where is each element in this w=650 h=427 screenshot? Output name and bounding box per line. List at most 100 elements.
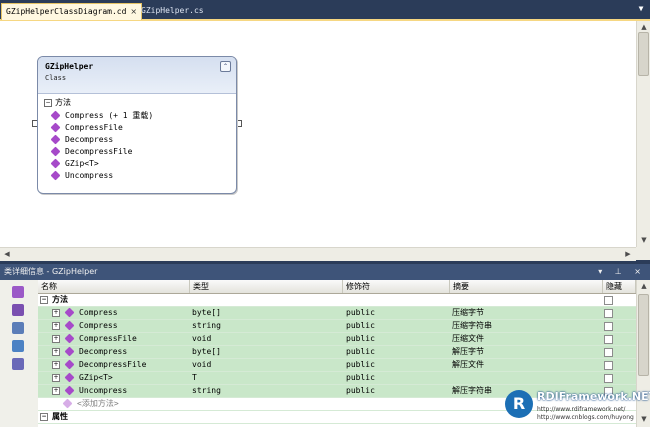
hide-checkbox[interactable] — [604, 296, 613, 305]
designer-vertical-scroll-thumb[interactable] — [638, 32, 649, 76]
group-label: 属性 — [52, 412, 68, 421]
column-name-header[interactable]: 名称 — [38, 280, 190, 293]
grid-header: 名称 类型 修饰符 摘要 隐藏 — [38, 280, 636, 294]
shape-member[interactable]: Uncompress — [50, 170, 113, 182]
member-row[interactable]: + DecompressFile void public 解压文件 — [38, 359, 636, 372]
member-row[interactable]: + CompressFile void public 压缩文件 — [38, 333, 636, 346]
member-type[interactable]: void — [192, 359, 211, 371]
member-modifier[interactable]: public — [346, 359, 375, 371]
methods-section-header[interactable]: − 方法 — [44, 97, 71, 108]
scroll-right-icon[interactable]: ▶ — [623, 249, 633, 259]
tab-class-diagram-label: GZipHelperClassDiagram.cd — [6, 7, 127, 16]
class-shape-gziphelper[interactable]: GZipHelper Class ⌃ − 方法 Compress (+ 1 重载)… — [37, 56, 237, 194]
member-name[interactable]: Compress — [79, 321, 118, 330]
member-modifier[interactable]: public — [346, 385, 375, 397]
method-icon — [64, 320, 75, 331]
shape-member[interactable]: Compress (+ 1 重载) — [50, 110, 154, 122]
method-icon — [64, 372, 75, 383]
member-summary[interactable]: 解压文件 — [452, 359, 484, 371]
member-name[interactable]: CompressFile — [79, 334, 137, 343]
new-method-icon[interactable] — [12, 304, 24, 316]
add-method-label[interactable]: <添加方法> — [77, 399, 119, 408]
method-icon — [50, 110, 61, 121]
member-name[interactable]: GZip<T> — [79, 373, 113, 382]
member-name[interactable]: Decompress — [79, 347, 127, 356]
member-modifier[interactable]: public — [346, 346, 375, 358]
hide-checkbox[interactable] — [604, 322, 613, 331]
watermark-name: RDIFramework.NET — [537, 390, 650, 403]
new-property-icon[interactable] — [12, 322, 24, 334]
member-name[interactable]: Uncompress — [79, 386, 127, 395]
column-type-header[interactable]: 类型 — [190, 280, 343, 293]
member-row[interactable]: + GZip<T> Tpublic — [38, 372, 636, 385]
collapse-chevron-icon[interactable]: ⌃ — [220, 61, 231, 72]
member-name[interactable]: Compress — [79, 308, 118, 317]
hide-checkbox[interactable] — [604, 348, 613, 357]
member-summary[interactable]: 压缩字节 — [452, 307, 484, 319]
new-field-icon[interactable] — [12, 340, 24, 352]
shape-member[interactable]: GZip<T> — [50, 158, 99, 170]
expand-icon[interactable]: + — [52, 347, 60, 356]
member-type[interactable]: byte[] — [192, 307, 221, 319]
member-type[interactable]: void — [192, 333, 211, 345]
member-label: Compress (+ 1 重载) — [65, 111, 154, 120]
expand-icon[interactable]: + — [52, 386, 60, 395]
class-details-title: 类详细信息 - GZipHelper — [4, 267, 98, 276]
expand-icon[interactable]: + — [52, 321, 60, 330]
scroll-down-icon[interactable]: ▼ — [639, 235, 649, 245]
member-label: CompressFile — [65, 123, 123, 132]
expand-icon[interactable]: + — [52, 308, 60, 317]
designer-horizontal-scrollbar[interactable]: ◀ ▶ — [0, 247, 636, 261]
member-modifier[interactable]: public — [346, 333, 375, 345]
shape-member[interactable]: DecompressFile — [50, 146, 132, 158]
member-type[interactable]: T — [192, 372, 197, 384]
member-summary[interactable]: 压缩文件 — [452, 333, 484, 345]
scrollbar-corner — [636, 247, 650, 260]
expand-icon[interactable]: + — [52, 360, 60, 369]
member-row[interactable]: + Compress byte[] public 压缩字节 — [38, 307, 636, 320]
tab-dropdown-icon[interactable]: ▼ — [636, 4, 646, 14]
member-type[interactable]: string — [192, 320, 221, 332]
collapse-icon[interactable]: − — [40, 295, 48, 304]
class-kind: Class — [45, 74, 67, 82]
method-icon — [64, 307, 75, 318]
member-modifier[interactable]: public — [346, 372, 375, 384]
method-icon — [50, 134, 61, 145]
member-type[interactable]: string — [192, 385, 221, 397]
collapse-icon[interactable]: − — [40, 412, 48, 421]
hide-checkbox[interactable] — [604, 309, 613, 318]
column-summary-header[interactable]: 摘要 — [450, 280, 603, 293]
section-toggle-icon[interactable]: − — [44, 98, 52, 107]
scroll-left-icon[interactable]: ◀ — [2, 249, 12, 259]
window-pin-close-icons[interactable]: ▾ ⊥ × — [598, 264, 646, 280]
shape-member[interactable]: Decompress — [50, 134, 114, 146]
tab-class-diagram[interactable]: GZipHelperClassDiagram.cd × — [1, 3, 143, 20]
hide-checkbox[interactable] — [604, 361, 613, 370]
member-modifier[interactable]: public — [346, 307, 375, 319]
new-event-icon[interactable] — [12, 358, 24, 370]
tab-gziphelper-cs[interactable]: GZipHelper.cs — [137, 3, 208, 19]
new-member-icon[interactable] — [12, 286, 24, 298]
member-row[interactable]: + Compress string public 压缩字符串 — [38, 320, 636, 333]
member-type[interactable]: byte[] — [192, 346, 221, 358]
details-vertical-scroll-thumb[interactable] — [638, 294, 649, 376]
member-summary[interactable]: 压缩字符串 — [452, 320, 492, 332]
watermark-url: http://www.rdiframework.net/ — [537, 406, 626, 413]
shape-member[interactable]: CompressFile — [50, 122, 123, 134]
member-row[interactable]: + Decompress byte[] public 解压字节 — [38, 346, 636, 359]
column-modifier-header[interactable]: 修饰符 — [343, 280, 450, 293]
member-label: Decompress — [65, 135, 114, 144]
hide-checkbox[interactable] — [604, 335, 613, 344]
watermark-url: http://www.cnblogs.com/huyong — [537, 414, 634, 421]
member-summary[interactable]: 解压字符串 — [452, 385, 492, 397]
member-modifier[interactable]: public — [346, 320, 375, 332]
expand-icon[interactable]: + — [52, 334, 60, 343]
column-hide-header[interactable]: 隐藏 — [603, 280, 636, 293]
group-row-methods[interactable]: − 方法 — [38, 294, 636, 307]
hide-checkbox[interactable] — [604, 374, 613, 383]
member-name[interactable]: DecompressFile — [79, 360, 146, 369]
expand-icon[interactable]: + — [52, 373, 60, 382]
scroll-up-icon[interactable]: ▲ — [639, 22, 649, 32]
scroll-up-icon[interactable]: ▲ — [639, 281, 649, 291]
member-summary[interactable]: 解压字节 — [452, 346, 484, 358]
